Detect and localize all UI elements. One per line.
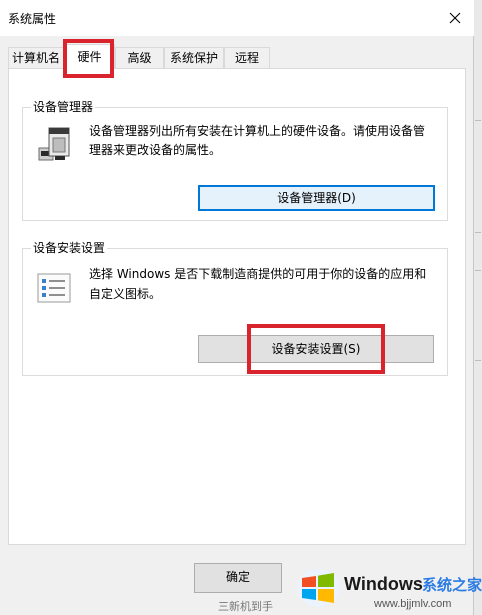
- device-install-description-line2: 自定义图标。: [89, 287, 162, 301]
- device-manager-description-line1: 设备管理器列出所有安装在计算机上的硬件设备。请使用设备管: [89, 124, 426, 138]
- window-title: 系统属性: [8, 12, 57, 26]
- device-manager-icon: [38, 127, 70, 161]
- watermark-url: www.bjjmlv.com: [374, 598, 452, 610]
- device-manager-button[interactable]: 设备管理器(D): [198, 185, 435, 211]
- windows-logo-icon: [297, 569, 339, 607]
- device-manager-group: 设备管理器 设备管理器列出所有安装在计算机上的硬件设备。请使用设备管 理器来更改…: [22, 100, 448, 221]
- tab-system-protection[interactable]: 系统保护: [164, 47, 224, 68]
- tab-advanced[interactable]: 高级: [115, 47, 164, 68]
- device-install-description-line1: 选择 Windows 是否下载制造商提供的可用于你的设备的应用和: [89, 267, 427, 281]
- tab-computer-name[interactable]: 计算机名: [8, 47, 64, 68]
- watermark: Windows 系统之家 www.bjjmlv.com: [288, 560, 482, 615]
- ok-button[interactable]: 确定: [194, 563, 282, 593]
- device-manager-group-title: 设备管理器: [31, 100, 96, 114]
- watermark-site-name: 系统之家: [422, 576, 482, 594]
- title-bar: 系统属性: [0, 0, 474, 36]
- partial-background-text: 三新机到手: [218, 600, 273, 613]
- background-window-edge: [474, 0, 482, 615]
- close-icon: [449, 12, 461, 24]
- watermark-brand: Windows: [344, 574, 423, 594]
- device-manager-description-line2: 理器来更改设备的属性。: [89, 143, 222, 157]
- checklist-icon: [37, 273, 71, 303]
- device-install-group: 设备安装设置 选择 Windows 是否下载制造商提供的可用于你的设备的应用和 …: [22, 241, 448, 376]
- hardware-tab-panel: 设备管理器 设备管理器列出所有安装在计算机上的硬件设备。请使用设备管 理器来更改…: [8, 68, 466, 545]
- device-install-settings-button[interactable]: 设备安装设置(S): [198, 335, 434, 363]
- device-install-group-title: 设备安装设置: [31, 241, 108, 255]
- tab-hardware[interactable]: 硬件: [64, 44, 115, 69]
- close-button[interactable]: [438, 2, 472, 34]
- system-properties-window: 系统属性 计算机名 硬件 高级 系统保护 远程 设备管理器 设备管理器列出所有安…: [0, 0, 474, 615]
- tab-remote[interactable]: 远程: [224, 47, 270, 68]
